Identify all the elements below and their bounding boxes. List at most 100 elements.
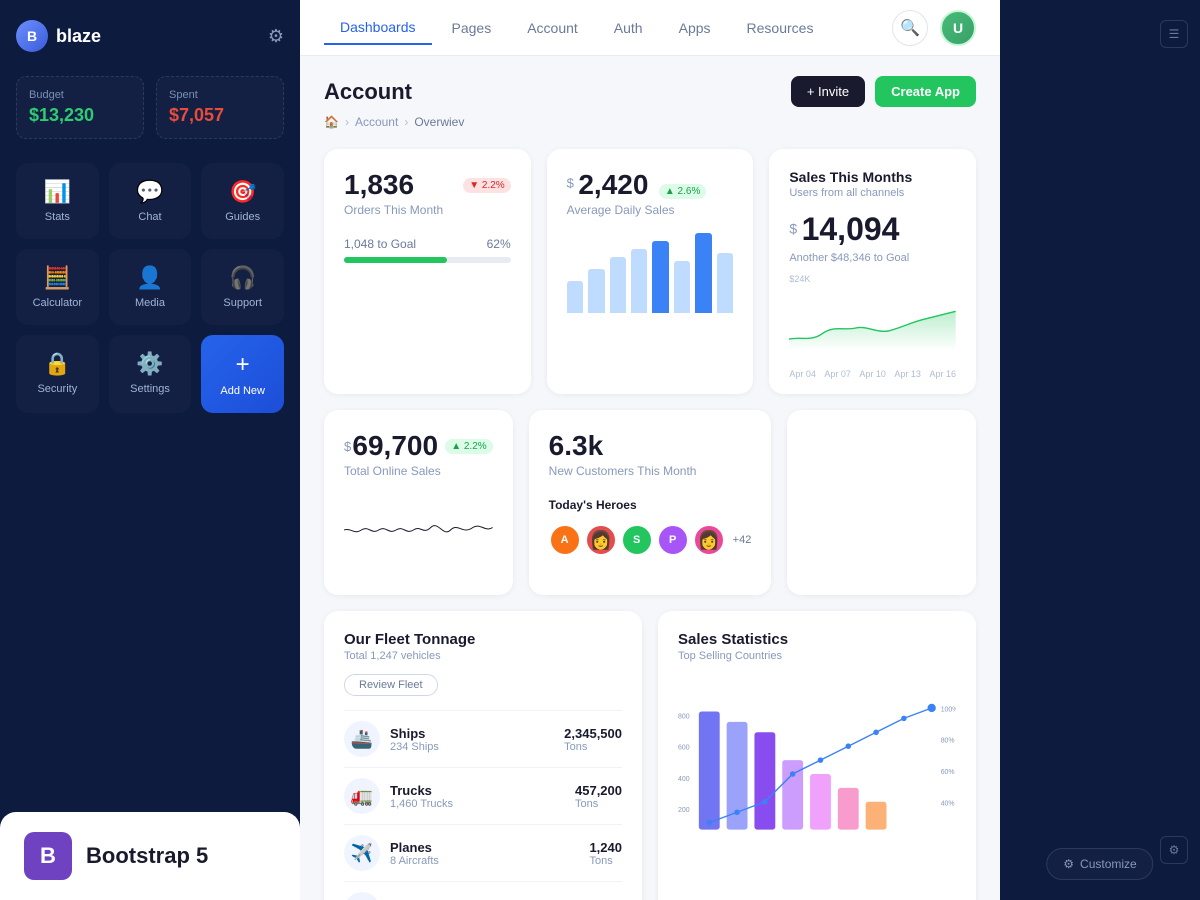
- planes-name: Planes: [390, 840, 439, 855]
- security-label: Security: [37, 383, 77, 395]
- nav-links: Dashboards Pages Account Auth Apps Resou…: [324, 11, 829, 45]
- media-icon: 👤: [136, 265, 163, 291]
- search-button[interactable]: 🔍: [892, 10, 928, 46]
- planes-unit: Tons: [589, 855, 622, 867]
- support-icon: 🎧: [229, 265, 256, 291]
- trucks-count: 1,460 Trucks: [390, 798, 453, 810]
- main-content: Dashboards Pages Account Auth Apps Resou…: [300, 0, 1000, 900]
- budget-value: $13,230: [29, 105, 131, 126]
- svg-text:100%: 100%: [941, 706, 956, 713]
- breadcrumb-account[interactable]: Account: [355, 115, 398, 129]
- right-panel: ☰ ⚙ ⚙ Customize: [1000, 0, 1200, 900]
- orders-label: Orders This Month: [344, 203, 511, 217]
- trucks-value: 457,200: [575, 783, 622, 798]
- sidebar-item-add-new[interactable]: + Add New: [201, 335, 284, 413]
- ships-count: 234 Ships: [390, 741, 439, 753]
- bootstrap-icon: B: [24, 832, 72, 880]
- sales-prefix: $: [789, 221, 797, 237]
- hero-avatar-3: S: [621, 524, 653, 556]
- sidebar-item-support[interactable]: 🎧 Support: [201, 249, 284, 325]
- spent-card: Spent $7,057: [156, 76, 284, 139]
- new-customers-card: 6.3k New Customers This Month Today's He…: [529, 410, 772, 595]
- media-label: Media: [135, 297, 165, 309]
- trains-icon: 🚂: [344, 892, 380, 900]
- sales-stats-sub: Top Selling Countries: [678, 650, 956, 662]
- logo-icon: B: [16, 20, 48, 52]
- customize-label: Customize: [1080, 857, 1137, 871]
- nav-link-resources[interactable]: Resources: [731, 12, 830, 44]
- planes-icon: ✈️: [344, 835, 380, 871]
- placeholder-card: [787, 410, 976, 595]
- daily-sales-badge: ▲ 2.6%: [659, 184, 706, 199]
- sidebar: B blaze ⚙ Budget $13,230 Spent $7,057 📊 …: [0, 0, 300, 900]
- add-new-label: Add New: [220, 385, 265, 397]
- sidebar-item-guides[interactable]: 🎯 Guides: [201, 163, 284, 239]
- sidebar-item-media[interactable]: 👤 Media: [109, 249, 192, 325]
- budget-label: Budget: [29, 89, 131, 101]
- daily-sales-label: Average Daily Sales: [567, 203, 734, 217]
- daily-sales-prefix: $: [567, 176, 574, 191]
- right-panel-settings[interactable]: ⚙: [1160, 836, 1188, 864]
- sidebar-item-stats[interactable]: 📊 Stats: [16, 163, 99, 239]
- customize-button[interactable]: ⚙ Customize: [1046, 848, 1153, 880]
- page-content: Account + Invite Create App 🏠 › Account …: [300, 56, 1000, 900]
- nav-link-apps[interactable]: Apps: [663, 12, 727, 44]
- bottom-grid: Our Fleet Tonnage Total 1,247 vehicles R…: [324, 611, 976, 900]
- review-fleet-button[interactable]: Review Fleet: [344, 674, 438, 696]
- chat-icon: 💬: [136, 179, 163, 205]
- orders-progress-bar: [344, 257, 511, 263]
- create-app-button[interactable]: Create App: [875, 76, 976, 107]
- sidebar-header: B blaze ⚙: [16, 20, 284, 52]
- nav-link-pages[interactable]: Pages: [436, 12, 508, 44]
- orders-goal-text: 1,048 to Goal: [344, 237, 416, 251]
- header-actions: + Invite Create App: [791, 76, 976, 107]
- breadcrumb-home[interactable]: 🏠: [324, 115, 339, 129]
- settings-label: Settings: [130, 383, 170, 395]
- spent-label: Spent: [169, 89, 271, 101]
- grid-row-3: 🔒 Security ⚙️ Settings + Add New: [16, 335, 284, 413]
- sidebar-item-security[interactable]: 🔒 Security: [16, 335, 99, 413]
- page-header: Account + Invite Create App: [324, 76, 976, 107]
- sidebar-item-settings[interactable]: ⚙️ Settings: [109, 335, 192, 413]
- hero-avatar-4: P: [657, 524, 689, 556]
- fleet-row-trains: 🚂 Trains 804,300: [344, 881, 622, 900]
- grid-row-1: 📊 Stats 💬 Chat 🎯 Guides: [16, 163, 284, 239]
- ships-icon: 🚢: [344, 721, 380, 757]
- planes-count: 8 Aircrafts: [390, 855, 439, 867]
- sidebar-item-chat[interactable]: 💬 Chat: [109, 163, 192, 239]
- daily-sales-card: $ 2,420 ▲ 2.6% Average Daily Sales: [547, 149, 754, 394]
- menu-icon[interactable]: ⚙: [268, 26, 284, 47]
- nav-grid: 📊 Stats 💬 Chat 🎯 Guides 🧮 Calculator 👤 M…: [16, 163, 284, 413]
- invite-button[interactable]: + Invite: [791, 76, 865, 107]
- chat-label: Chat: [138, 211, 161, 223]
- fleet-card: Our Fleet Tonnage Total 1,247 vehicles R…: [324, 611, 642, 900]
- bootstrap-badge: B Bootstrap 5: [0, 812, 300, 900]
- nav-link-auth[interactable]: Auth: [598, 12, 659, 44]
- page-title: Account: [324, 79, 412, 105]
- sidebar-item-calculator[interactable]: 🧮 Calculator: [16, 249, 99, 325]
- orders-value: 1,836: [344, 169, 414, 201]
- sales-line-chart: [789, 288, 956, 368]
- fleet-title: Our Fleet Tonnage: [344, 631, 622, 648]
- sales-stats-chart: 800 600 400 200: [678, 674, 956, 874]
- breadcrumb: 🏠 › Account › Overwiev: [324, 115, 976, 129]
- logo-area: B blaze: [16, 20, 101, 52]
- hero-avatar-5: 👩: [693, 524, 725, 556]
- nav-right: 🔍 U: [892, 10, 976, 46]
- trucks-unit: Tons: [575, 798, 622, 810]
- fleet-row-planes: ✈️ Planes 8 Aircrafts 1,240 Tons: [344, 824, 622, 881]
- ships-unit: Tons: [564, 741, 622, 753]
- nav-link-dashboards[interactable]: Dashboards: [324, 11, 432, 45]
- stats-grid: 1,836 ▼ 2.2% Orders This Month 1,048 to …: [324, 149, 976, 394]
- online-sales-card: $ 69,700 ▲ 2.2% Total Online Sales: [324, 410, 513, 595]
- trucks-name: Trucks: [390, 783, 453, 798]
- right-panel-toggle[interactable]: ☰: [1160, 20, 1188, 48]
- calculator-label: Calculator: [33, 297, 83, 309]
- top-nav: Dashboards Pages Account Auth Apps Resou…: [300, 0, 1000, 56]
- user-avatar[interactable]: U: [940, 10, 976, 46]
- nav-link-account[interactable]: Account: [511, 12, 594, 44]
- security-icon: 🔒: [44, 351, 71, 377]
- stats-label: Stats: [45, 211, 70, 223]
- customize-icon: ⚙: [1063, 857, 1074, 871]
- guides-label: Guides: [225, 211, 260, 223]
